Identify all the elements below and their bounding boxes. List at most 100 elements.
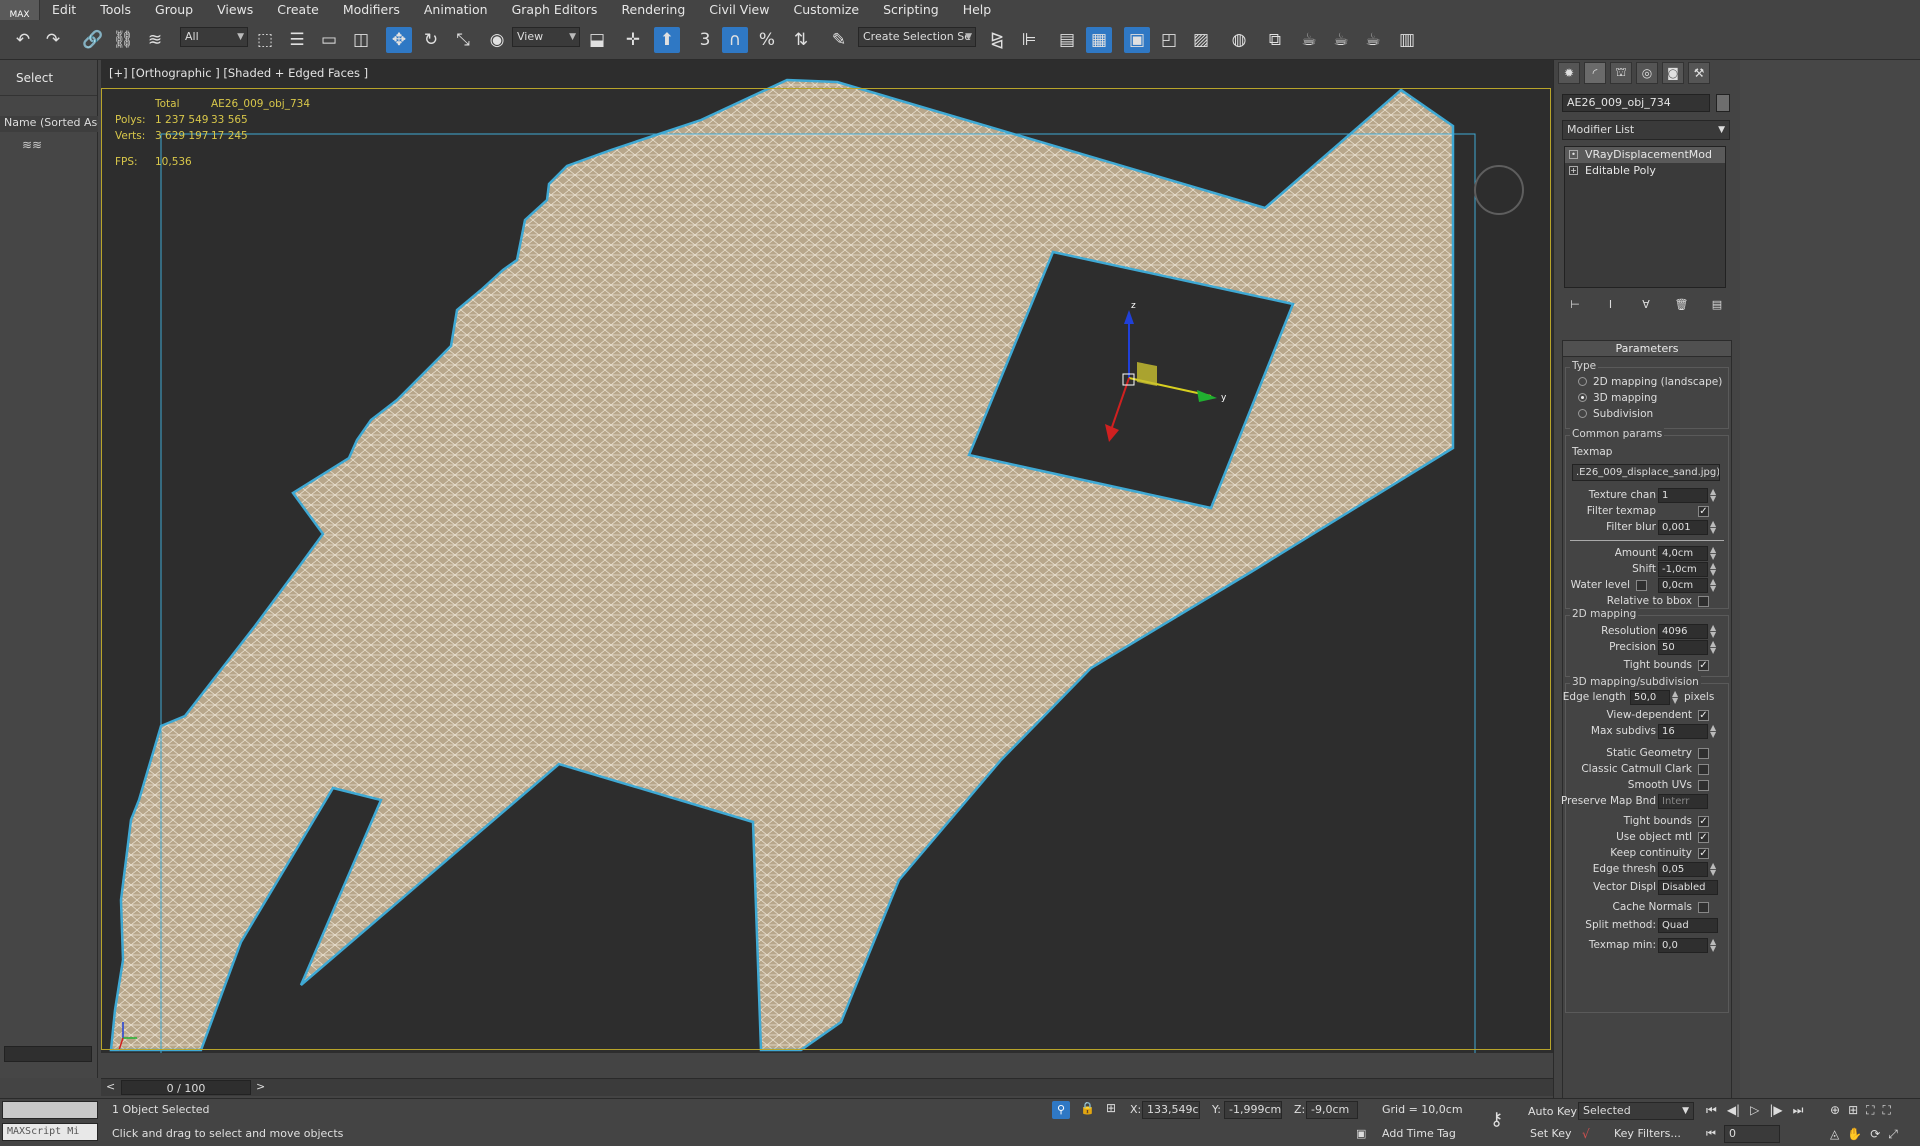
select-move-icon[interactable]: ✥: [386, 27, 412, 53]
parameters-rollout-header[interactable]: Parameters: [1563, 341, 1731, 357]
motion-tab-icon[interactable]: ◎: [1636, 62, 1658, 84]
edge-length-field[interactable]: 50,0: [1630, 690, 1670, 705]
next-frame-icon[interactable]: |▶: [1769, 1103, 1782, 1118]
isolate-selection-icon[interactable]: ⚲: [1052, 1101, 1070, 1119]
previous-frame-icon[interactable]: ◀|: [1727, 1103, 1740, 1118]
viewport-label[interactable]: [+] [Orthographic ] [Shaded + Edged Face…: [109, 66, 368, 80]
time-tag-icon[interactable]: ▣: [1356, 1127, 1366, 1140]
zoom-icon[interactable]: ⊕: [1830, 1103, 1840, 1118]
stack-item-editable-poly[interactable]: + Editable Poly: [1565, 163, 1725, 179]
link-icon[interactable]: 🔗: [80, 27, 106, 53]
remove-modifier-icon[interactable]: 🗑: [1673, 296, 1691, 314]
time-slider-thumb[interactable]: 0 / 100: [121, 1080, 251, 1095]
tight-bounds-checkbox[interactable]: ✓: [1698, 660, 1709, 671]
redo-icon[interactable]: ↷: [40, 27, 66, 53]
orbit-icon[interactable]: ⟳: [1870, 1127, 1880, 1142]
align-icon[interactable]: ⊫: [1016, 27, 1042, 53]
water-level-field[interactable]: 0,0cm: [1658, 578, 1708, 593]
modify-tab-icon[interactable]: ◜: [1584, 62, 1606, 84]
water-level-checkbox[interactable]: [1636, 580, 1647, 591]
time-slider[interactable]: < 0 / 100 >: [101, 1078, 1553, 1096]
utilities-tab-icon[interactable]: ⚒: [1688, 62, 1710, 84]
maxscript-listener-top[interactable]: [2, 1101, 98, 1119]
texture-chan-field[interactable]: 1: [1658, 488, 1708, 503]
render-frame-icon[interactable]: ▥: [1394, 27, 1420, 53]
select-object-icon[interactable]: ⬚: [252, 27, 278, 53]
display-tab-icon[interactable]: ◙: [1662, 62, 1684, 84]
use-object-mtl-checkbox[interactable]: ✓: [1698, 832, 1709, 843]
edge-thresh-field[interactable]: 0,05: [1658, 862, 1708, 877]
make-unique-icon[interactable]: ∀: [1637, 296, 1655, 314]
key-filters-button[interactable]: Key Filters...: [1614, 1127, 1681, 1140]
render-iterative-icon[interactable]: ☕: [1328, 27, 1354, 53]
pin-stack-icon[interactable]: ⊢: [1566, 296, 1584, 314]
menu-group[interactable]: Group: [143, 0, 205, 20]
named-selection-dropdown[interactable]: Create Selection Se ▼: [858, 27, 976, 47]
object-color-swatch[interactable]: [1716, 94, 1730, 112]
auto-key-button[interactable]: Auto Key: [1528, 1105, 1577, 1118]
use-pivot-center-icon[interactable]: ⬓: [584, 27, 610, 53]
menu-edit[interactable]: Edit: [40, 0, 88, 20]
preserve-map-dropdown[interactable]: Interr: [1658, 794, 1708, 809]
edit-named-selection-icon[interactable]: ✎: [826, 27, 852, 53]
tight-bounds-3d-checkbox[interactable]: ✓: [1698, 816, 1709, 827]
split-method-dropdown[interactable]: Quad: [1658, 918, 1718, 933]
keep-continuity-checkbox[interactable]: ✓: [1698, 848, 1709, 859]
pan-icon[interactable]: ✋: [1847, 1127, 1862, 1142]
field-of-view-icon[interactable]: ◬: [1830, 1127, 1839, 1142]
configure-sets-icon[interactable]: ▤: [1708, 296, 1726, 314]
z-coordinate-field[interactable]: -9,0cm: [1306, 1101, 1358, 1119]
menu-help[interactable]: Help: [951, 0, 1004, 20]
undo-icon[interactable]: ↶: [10, 27, 36, 53]
radio-3d-mapping[interactable]: 3D mapping: [1578, 392, 1657, 404]
y-coordinate-field[interactable]: -1,999cm: [1224, 1101, 1282, 1119]
go-to-end-icon[interactable]: ⏭: [1793, 1103, 1804, 1118]
scene-sort-header[interactable]: Name (Sorted Asc: [0, 116, 98, 132]
key-selection-dropdown[interactable]: Selected ▼: [1578, 1102, 1694, 1120]
orthographic-viewport[interactable]: z y [+] [Orthographic ] [Shaded + Edged …: [101, 60, 1553, 1053]
create-tab-icon[interactable]: ✹: [1558, 62, 1580, 84]
selection-lock-icon[interactable]: 🔒: [1080, 1101, 1095, 1115]
menu-civil-view[interactable]: Civil View: [697, 0, 781, 20]
scene-explorer-select-menu[interactable]: Select: [0, 60, 97, 96]
vector-displ-dropdown[interactable]: Disabled: [1658, 880, 1718, 895]
curve-editor-icon[interactable]: ▣: [1124, 27, 1150, 53]
keyboard-shortcut-override-icon[interactable]: ⬆: [654, 27, 680, 53]
reference-coordinate-dropdown[interactable]: View ▼: [512, 27, 580, 47]
add-time-tag-button[interactable]: Add Time Tag: [1382, 1127, 1456, 1140]
activeshade-icon[interactable]: ☕: [1360, 27, 1386, 53]
select-place-icon[interactable]: ◉: [484, 27, 510, 53]
zoom-extents-icon[interactable]: ⛶: [1866, 1103, 1874, 1118]
spinner-snap-icon[interactable]: ⇅: [788, 27, 814, 53]
scene-explorer-scrollbar[interactable]: [4, 1046, 92, 1062]
app-logo[interactable]: MAX: [0, 0, 40, 20]
resolution-field[interactable]: 4096: [1658, 624, 1708, 639]
set-key-button[interactable]: Set Key: [1530, 1127, 1572, 1140]
shift-field[interactable]: -1,0cm: [1658, 562, 1708, 577]
filter-texmap-checkbox[interactable]: ✓: [1698, 506, 1709, 517]
menu-create[interactable]: Create: [265, 0, 331, 20]
menu-rendering[interactable]: Rendering: [609, 0, 697, 20]
window-crossing-icon[interactable]: ◫: [348, 27, 374, 53]
menu-scripting[interactable]: Scripting: [871, 0, 951, 20]
absolute-mode-icon[interactable]: ⊞: [1106, 1101, 1116, 1115]
relative-bbox-checkbox[interactable]: [1698, 596, 1709, 607]
classic-catmull-checkbox[interactable]: [1698, 764, 1709, 775]
percent-snap-icon[interactable]: %: [754, 27, 780, 53]
menu-graph-editors[interactable]: Graph Editors: [500, 0, 610, 20]
max-subdivs-field[interactable]: 16: [1658, 724, 1708, 739]
smooth-uvs-checkbox[interactable]: [1698, 780, 1709, 791]
view-dependent-checkbox[interactable]: ✓: [1698, 710, 1709, 721]
material-editor-icon[interactable]: ▨: [1188, 27, 1214, 53]
texmap-min-field[interactable]: 0,0: [1658, 938, 1708, 953]
selection-filter-dropdown[interactable]: All ▼: [180, 27, 248, 47]
static-geometry-checkbox[interactable]: [1698, 748, 1709, 759]
light-bulb-icon[interactable]: •: [1569, 150, 1578, 159]
maxscript-mini-listener[interactable]: MAXScript Mi: [2, 1123, 98, 1141]
select-scale-icon[interactable]: ⤡: [450, 27, 476, 53]
expand-icon[interactable]: +: [1569, 166, 1578, 175]
modifier-list-dropdown[interactable]: Modifier List ▼: [1562, 120, 1730, 140]
select-rotate-icon[interactable]: ↻: [418, 27, 444, 53]
hierarchy-tab-icon[interactable]: ⛫: [1610, 62, 1632, 84]
bind-space-warp-icon[interactable]: ≋: [142, 27, 168, 53]
